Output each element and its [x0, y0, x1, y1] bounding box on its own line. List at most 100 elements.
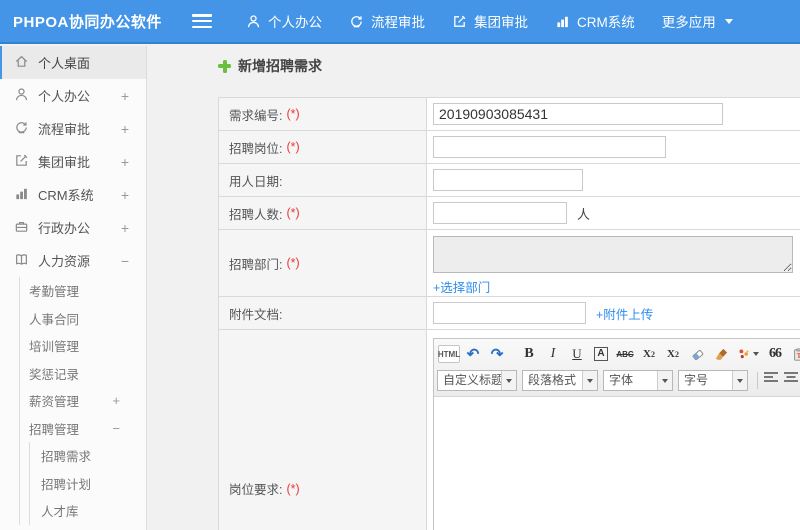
hire-date-input[interactable] — [433, 169, 583, 191]
redo-icon[interactable]: ↷ — [486, 344, 508, 364]
sidebar-item-training[interactable]: 培训管理 — [20, 332, 146, 360]
font-size-select[interactable]: 字号 — [678, 370, 748, 391]
sidebar-item-crm[interactable]: CRM系统 + — [0, 178, 146, 211]
sidebar-item-admin-office[interactable]: 行政办公 + — [0, 211, 146, 244]
workflow-icon — [14, 120, 29, 138]
form-row-attachment: 附件文档: +附件上传 — [218, 297, 800, 330]
blockquote-button[interactable]: 66 — [764, 344, 786, 364]
add-plus-icon — [218, 59, 231, 73]
caret-down-icon — [582, 371, 597, 390]
paragraph-format-select[interactable]: 段落格式 — [522, 370, 598, 391]
strikethrough-button[interactable]: ABC — [614, 344, 636, 364]
top-bar: PHPOA协同办公软件 个人办公 流程审批 集团审批 CRM系统 更多应用 — [0, 0, 800, 44]
field-label: 附件文档: — [219, 297, 427, 329]
sidebar-item-rewards[interactable]: 奖惩记录 — [20, 360, 146, 388]
home-icon — [14, 54, 29, 72]
department-textarea[interactable] — [433, 236, 793, 273]
topnav-group-approval[interactable]: 集团审批 — [452, 11, 528, 31]
position-input[interactable] — [433, 136, 666, 158]
top-nav: 个人办公 流程审批 集团审批 CRM系统 更多应用 — [246, 11, 760, 31]
form-row-demand-no: 需求编号: (*) — [218, 98, 800, 131]
required-marker: (*) — [286, 107, 300, 121]
topnav-workflow-approval[interactable]: 流程审批 — [349, 11, 425, 31]
expand-icon[interactable]: + — [121, 88, 129, 104]
italic-button[interactable]: I — [542, 344, 564, 364]
form-row-department: 招聘部门: (*) +选择部门 — [218, 230, 800, 297]
caret-down-icon — [657, 371, 672, 390]
sidebar-item-talent-pool[interactable]: 人才库 — [30, 497, 146, 525]
recruit-demand-form: 需求编号: (*) 招聘岗位: (*) 用人日期: — [218, 97, 800, 530]
sidebar-item-personal-office[interactable]: 个人办公 + — [0, 79, 146, 112]
expand-icon[interactable]: + — [121, 187, 129, 203]
sidebar-item-attendance[interactable]: 考勤管理 — [20, 277, 146, 305]
headcount-input[interactable] — [433, 202, 567, 224]
format-brush-icon[interactable] — [710, 344, 732, 364]
html-source-button[interactable]: HTML — [438, 345, 460, 363]
caret-down-icon — [501, 371, 516, 390]
editor-content-area[interactable] — [434, 397, 800, 530]
book-icon — [14, 252, 29, 270]
sidebar-item-salary[interactable]: 薪资管理 + — [20, 387, 146, 415]
font-family-select[interactable]: 字体 — [603, 370, 673, 391]
edit-icon — [14, 153, 29, 171]
sidebar-item-label: 招聘需求 — [41, 450, 92, 465]
sidebar-item-label: 培训管理 — [29, 340, 80, 355]
sidebar-item-workflow-approval[interactable]: 流程审批 + — [0, 112, 146, 145]
field-label: 招聘人数: (*) — [219, 197, 427, 229]
select-department-link[interactable]: +选择部门 — [433, 277, 490, 296]
custom-title-select[interactable]: 自定义标题 — [437, 370, 517, 391]
required-marker: (*) — [286, 140, 300, 154]
paste-icon[interactable]: T — [788, 344, 800, 364]
topnav-crm[interactable]: CRM系统 — [555, 11, 635, 31]
collapse-icon[interactable]: − — [112, 421, 120, 436]
auto-typeset-icon[interactable] — [734, 344, 762, 364]
expand-icon[interactable]: + — [121, 121, 129, 137]
edit-icon — [452, 14, 467, 29]
attachment-input[interactable] — [433, 302, 586, 324]
sidebar-item-label: 人才库 — [41, 505, 79, 520]
collapse-icon[interactable]: − — [121, 253, 129, 269]
hr-submenu: 考勤管理 人事合同 培训管理 奖惩记录 薪资管理 + 招聘管理 − 招聘需求 招… — [19, 277, 146, 525]
sidebar-item-label: CRM系统 — [38, 188, 94, 203]
menu-toggle-icon[interactable] — [192, 14, 212, 28]
align-left-icon[interactable] — [764, 371, 780, 390]
sidebar-item-label: 集团审批 — [38, 155, 91, 170]
undo-icon[interactable]: ↶ — [462, 344, 484, 364]
expand-icon[interactable]: + — [112, 393, 120, 408]
unit-suffix: 人 — [577, 206, 591, 222]
required-marker: (*) — [286, 206, 300, 220]
demand-no-input[interactable] — [433, 103, 723, 125]
eraser-icon[interactable] — [686, 344, 708, 364]
subscript-button[interactable]: X2 — [662, 344, 684, 364]
toolbar-divider — [757, 372, 758, 389]
sidebar-item-label: 人力资源 — [38, 254, 91, 269]
underline-button[interactable]: U — [566, 344, 588, 364]
form-row-job-requirements: 岗位要求: (*) HTML ↶ ↷ B I U A ABC X 2 X 2 6… — [218, 330, 800, 530]
bold-button[interactable]: B — [518, 344, 540, 364]
caret-down-icon — [732, 371, 747, 390]
expand-icon[interactable]: + — [121, 154, 129, 170]
topnav-personal-office[interactable]: 个人办公 — [246, 11, 322, 31]
sidebar-item-hr-contract[interactable]: 人事合同 — [20, 305, 146, 333]
font-style-button[interactable]: A — [590, 344, 612, 364]
sidebar-item-desktop[interactable]: 个人桌面 — [0, 46, 146, 79]
topnav-label: CRM系统 — [577, 15, 635, 30]
sidebar-item-recruit-demand[interactable]: 招聘需求 — [30, 442, 146, 470]
sidebar-item-hr[interactable]: 人力资源 − — [0, 244, 146, 277]
field-label: 需求编号: (*) — [219, 98, 427, 130]
superscript-button[interactable]: X2 — [638, 344, 660, 364]
topnav-label: 个人办公 — [268, 15, 322, 30]
upload-attachment-link[interactable]: +附件上传 — [596, 304, 653, 323]
app-logo: PHPOA协同办公软件 — [13, 13, 162, 31]
expand-icon[interactable]: + — [121, 220, 129, 236]
sidebar-item-group-approval[interactable]: 集团审批 + — [0, 145, 146, 178]
sidebar-item-label: 考勤管理 — [29, 285, 80, 300]
sidebar-item-recruit-plan[interactable]: 招聘计划 — [30, 470, 146, 498]
topnav-more-apps[interactable]: 更多应用 — [662, 11, 733, 31]
field-label: 招聘岗位: (*) — [219, 131, 427, 163]
required-marker: (*) — [286, 256, 300, 270]
sidebar-item-recruit-mgmt[interactable]: 招聘管理 − — [20, 415, 146, 443]
sidebar-item-label: 招聘计划 — [41, 477, 92, 492]
bar-chart-icon — [555, 14, 570, 29]
align-center-icon[interactable] — [784, 371, 800, 390]
